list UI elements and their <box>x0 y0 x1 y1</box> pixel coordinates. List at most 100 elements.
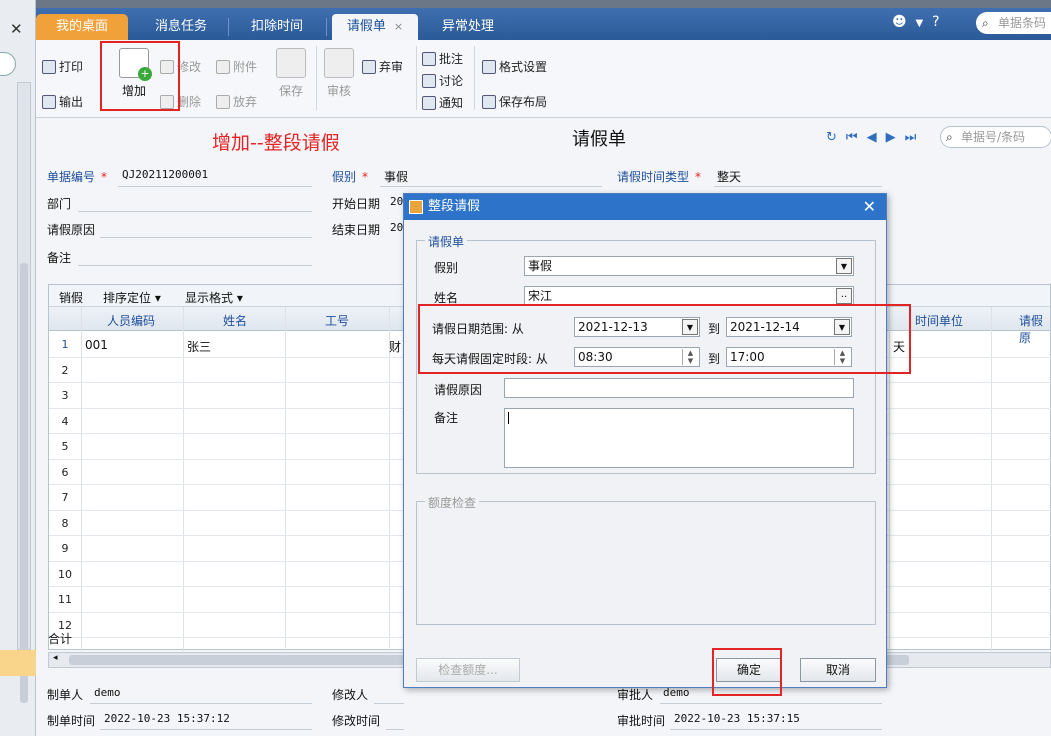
dialog-title: 整段请假 <box>428 199 481 214</box>
first-icon[interactable]: ⏮ <box>846 130 867 145</box>
maker-value: demo <box>94 686 121 699</box>
row-number: 4 <box>61 414 69 428</box>
note-label: 备注 <box>47 251 72 265</box>
dialog-type-label: 假别 <box>434 261 459 275</box>
discard-icon <box>216 95 230 109</box>
tab-leave-form[interactable]: 请假单 × <box>332 14 418 40</box>
col-name[interactable]: 姓名 <box>223 312 247 329</box>
highlight-add <box>100 41 180 111</box>
row-number: 6 <box>61 465 69 479</box>
left-search-pill[interactable] <box>0 52 16 76</box>
abandon-audit-button[interactable]: 弃审 <box>362 58 403 75</box>
sort-locate-button[interactable]: 排序定位 ▾ <box>103 289 161 306</box>
annotation-title: 增加--整段请假 <box>212 132 340 154</box>
left-scrollbar[interactable] <box>17 82 31 703</box>
dialog-type-select[interactable]: 事假 ▼ <box>524 256 854 276</box>
abandon-icon <box>362 60 376 74</box>
cell-col4[interactable]: 财 <box>389 338 401 355</box>
row-number: 3 <box>61 389 69 402</box>
quota-group: 额度检查 <box>416 494 876 625</box>
left-pane: ✕ <box>0 0 36 736</box>
left-active-marker <box>0 650 36 676</box>
form-title: 请假单 <box>572 129 626 150</box>
attach-button[interactable]: 附件 <box>216 58 257 75</box>
cell-code[interactable]: 001 <box>85 338 108 352</box>
close-icon[interactable]: ✕ <box>10 20 23 38</box>
tab-exceptions[interactable]: 异常处理 <box>424 14 512 40</box>
time-type-value[interactable]: 整天 <box>717 168 741 185</box>
start-date-value[interactable]: 20 <box>390 195 403 208</box>
paperclip-icon <box>216 60 230 74</box>
cell-name[interactable]: 张三 <box>187 338 211 355</box>
col-time-unit[interactable]: 时间单位 <box>915 312 963 329</box>
top-search-input[interactable]: ⌕ 单据条码 <box>976 12 1051 34</box>
notify-button[interactable]: 通知 <box>422 94 463 111</box>
smiley-icon[interactable]: ☻ <box>892 14 907 30</box>
start-date-label: 开始日期 <box>332 197 381 211</box>
layout-icon <box>482 95 496 109</box>
dialog-reason-input[interactable] <box>504 378 854 398</box>
name-lookup-button[interactable]: .. <box>836 288 852 304</box>
check-quota-button[interactable]: 检查额度... <box>416 658 520 682</box>
tab-home[interactable]: 我的桌面 <box>36 14 128 40</box>
print-button[interactable]: 打印 <box>42 58 83 75</box>
leave-type-value[interactable]: 事假 <box>384 168 408 185</box>
end-date-label: 结束日期 <box>332 223 381 237</box>
export-button[interactable]: 输出 <box>42 93 83 110</box>
format-icon <box>482 60 496 74</box>
scroll-left-icon[interactable]: ◂ <box>53 653 58 663</box>
cancel-leave-button[interactable]: 销假 <box>59 289 83 306</box>
app-icon <box>409 200 423 214</box>
maker-label: 制单人 <box>47 688 84 702</box>
leave-type-label: 假别 * <box>332 170 369 184</box>
chevron-down-icon[interactable]: ▼ <box>916 18 924 29</box>
tab-bar: 我的桌面 消息任务 扣除时间 请假单 × 异常处理 ☻ ▼ ? ⌕ 单据条码 <box>36 8 1051 40</box>
audit-icon <box>324 48 354 78</box>
cancel-button[interactable]: 取消 <box>800 658 876 682</box>
row-number: 8 <box>61 516 69 530</box>
approver-label: 审批人 <box>617 688 654 702</box>
row-number: 5 <box>61 440 69 453</box>
row-number: 9 <box>61 542 69 555</box>
row-number: 11 <box>58 593 72 606</box>
row-number: 10 <box>58 567 72 581</box>
prev-icon[interactable]: ◀ <box>867 130 886 145</box>
discuss-icon <box>422 74 436 88</box>
format-settings-button[interactable]: 格式设置 <box>482 58 547 75</box>
save-button[interactable]: 保存 <box>274 48 308 99</box>
time-type-label: 请假时间类型 * <box>617 170 702 184</box>
col-reason[interactable]: 请假原 <box>1019 312 1050 346</box>
top-strip <box>36 0 1051 8</box>
tab-close-icon[interactable]: × <box>394 20 403 33</box>
search-icon: ⌕ <box>982 16 989 30</box>
doc-search-input[interactable]: ⌕ 单据号/条码 <box>940 126 1051 148</box>
tab-leave-form-label: 请假单 <box>346 19 386 34</box>
chevron-down-icon[interactable]: ▼ <box>836 258 852 274</box>
tab-deduct-time[interactable]: 扣除时间 <box>232 14 322 40</box>
approve-time-label: 审批时间 <box>617 714 666 728</box>
annotate-icon <box>422 52 436 66</box>
col-code[interactable]: 人员编码 <box>107 312 155 329</box>
grid-total: 合计 <box>48 632 73 646</box>
last-icon[interactable]: ⏭ <box>905 130 926 145</box>
refresh-icon[interactable]: ↻ <box>826 130 846 145</box>
make-time-value: 2022-10-23 15:37:12 <box>104 712 230 725</box>
annotate-button[interactable]: 批注 <box>422 50 463 67</box>
discard-button[interactable]: 放弃 <box>216 93 257 110</box>
next-icon[interactable]: ▶ <box>886 130 905 145</box>
col-workno[interactable]: 工号 <box>325 312 349 329</box>
display-format-button[interactable]: 显示格式 ▾ <box>185 289 243 306</box>
end-date-value[interactable]: 20 <box>390 221 403 234</box>
discuss-button[interactable]: 讨论 <box>422 72 463 89</box>
save-layout-button[interactable]: 保存布局 <box>482 93 547 110</box>
dialog-close-icon[interactable]: ✕ <box>863 194 876 220</box>
help-icon[interactable]: ? <box>932 14 939 30</box>
dialog-name-input[interactable]: 宋江.. <box>524 286 854 306</box>
search-icon: ⌕ <box>946 130 953 144</box>
audit-button[interactable]: 审核 <box>322 48 356 99</box>
doc-no-value[interactable]: QJ20211200001 <box>122 168 208 181</box>
notify-icon <box>422 96 436 110</box>
save-icon <box>276 48 306 78</box>
tab-messages[interactable]: 消息任务 <box>136 14 226 40</box>
dialog-note-textarea[interactable] <box>504 408 854 468</box>
